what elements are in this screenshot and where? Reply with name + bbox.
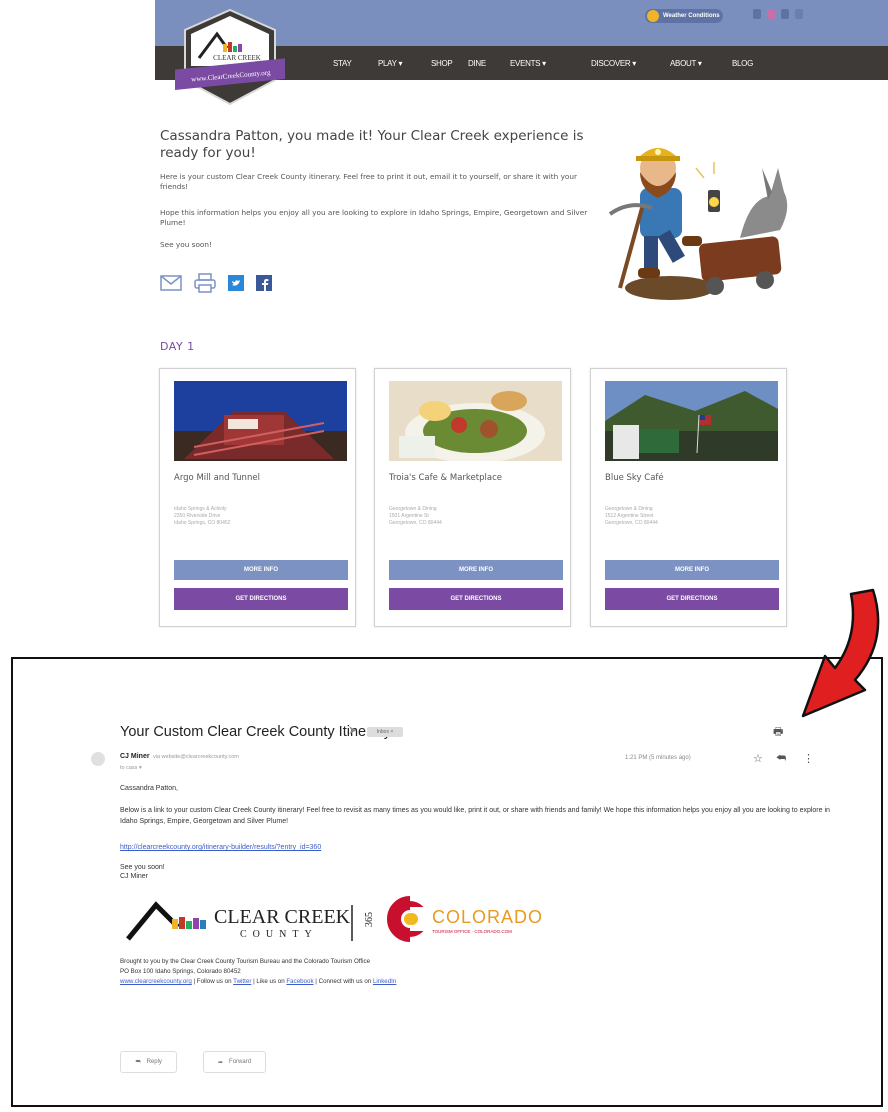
place-address: Georgetown & Dining 1501 Argentine St Ge… [389,506,509,527]
county-logo-365: 365 [364,912,375,927]
more-info-button[interactable]: MORE INFO [605,560,779,580]
email-signature: CJ Miner [120,873,149,880]
place-name: Blue Sky Café [605,473,664,483]
day-label: DAY 1 [160,340,195,353]
weather-label: Weather Conditions [663,13,720,19]
place-category: Georgetown & Dining [605,506,653,512]
footer-address: PO Box 100 Idaho Springs, Colorado 80452 [120,968,241,975]
twitter-icon[interactable] [781,9,789,19]
argo-mill-photo [174,381,347,461]
linkedin-link[interactable]: LinkedIn [373,978,396,985]
facebook-icon[interactable] [256,274,272,296]
itinerary-card-argo: Argo Mill and Tunnel Idaho Springs & Act… [159,368,356,627]
email-body: Below is a link to your custom Clear Cre… [120,807,830,825]
blue-sky-cafe-photo [605,381,778,461]
recipient-dropdown[interactable]: to cass ▾ [120,765,142,771]
print-icon[interactable]: 🖶 [773,723,783,742]
sender-address: via website@clearcreekcounty.com [153,754,239,760]
colorado-logo-text: COLORADO [432,907,543,927]
more-info-button[interactable]: MORE INFO [174,560,348,580]
more-options-icon[interactable]: ⋮ [803,752,814,765]
county-logo-text: CLEAR CREEK [214,906,351,928]
email-window: Your Custom Clear Creek County Itinerary… [11,657,883,1107]
footer-text: | Follow us on [191,978,234,985]
footer-links: www.clearcreekcounty.org | Follow us on … [120,977,830,987]
forward-label: Forward [229,1059,252,1065]
twitter-icon[interactable] [228,274,244,296]
email-timestamp: 1:21 PM (5 minutes ago) [625,755,691,761]
miner-mascot-illustration [600,128,795,308]
more-info-button[interactable]: MORE INFO [389,560,563,580]
place-address: Idaho Springs & Activity 2350 Riverside … [174,506,294,527]
nav-discover[interactable]: DISCOVER ▾ [591,59,636,68]
nav-events[interactable]: EVENTS ▾ [510,59,546,68]
website-link[interactable]: www.clearcreekcounty.org [120,978,192,985]
reply-icon: ⮪ [135,1058,141,1065]
place-address: Georgetown & Dining 1512 Argentine Stree… [605,506,725,527]
email-icon[interactable] [160,274,182,296]
nav-about[interactable]: ABOUT ▾ [670,59,702,68]
facebook-icon[interactable] [753,9,761,19]
place-city: Georgetown, CO 80444 [389,520,442,526]
place-street: 1501 Argentine St [389,513,429,519]
hero-intro: Here is your custom Clear Creek County i… [160,172,577,191]
nav-shop[interactable]: SHOP [431,59,453,68]
forward-icon: ➦ [218,1059,224,1066]
inbox-label[interactable]: Inbox × [367,727,403,737]
email-greeting: Cassandra Patton, [120,785,178,792]
nav-stay[interactable]: STAY [333,59,352,68]
instagram-icon[interactable] [767,9,775,19]
place-category: Idaho Springs & Activity [174,506,227,512]
footer-credit: Brought to you by the Clear Creek County… [120,958,371,965]
hero-title: Cassandra Patton, you made it! Your Clea… [160,128,584,161]
twitter-link[interactable]: Twitter [233,978,251,985]
itinerary-card-troias: Troia's Cafe & Marketplace Georgetown & … [374,368,571,627]
site-logo[interactable]: CLEAR CREEK www.ClearCreekCounty.org [171,8,293,108]
forward-button[interactable]: ➦ Forward [203,1051,267,1073]
place-street: 2350 Riverside Drive [174,513,221,519]
place-street: 1512 Argentine Street [605,513,654,519]
youtube-icon[interactable] [795,9,803,19]
star-icon[interactable]: ☆ [753,752,763,765]
nav-dine[interactable]: DINE [468,59,486,68]
place-name: Argo Mill and Tunnel [174,473,260,483]
get-directions-button[interactable]: GET DIRECTIONS [389,588,563,610]
facebook-link[interactable]: Facebook [286,978,313,985]
reply-icon[interactable]: ⮪ [776,752,786,765]
print-icon[interactable] [194,272,216,298]
nav-play[interactable]: PLAY ▾ [378,59,402,68]
county-logo-sub: COUNTY [240,929,318,940]
troias-food-photo [389,381,562,461]
hero-see-you: See you soon! [160,240,212,249]
place-city: Georgetown, CO 80444 [605,520,658,526]
place-name: Troia's Cafe & Marketplace [389,473,502,483]
footer-text: | Like us on [251,978,287,985]
footer-text: | Connect with us on [313,978,373,985]
sender-name: CJ Miner [120,753,150,760]
email-logos: CLEAR CREEK COUNTY 365 COLORADO TOURISM … [120,887,580,947]
get-directions-button[interactable]: GET DIRECTIONS [174,588,348,610]
svg-text:CLEAR CREEK: CLEAR CREEK [213,54,261,62]
avatar [91,752,105,766]
place-city: Idaho Springs, CO 80452 [174,520,231,526]
colorado-logo-sub: TOURISM OFFICE · COLORADO.COM [432,929,512,934]
weather-pill[interactable]: Weather Conditions [645,9,723,23]
email-footer: Brought to you by the Clear Creek County… [120,957,830,987]
itinerary-link[interactable]: http://clearcreekcounty.org/itinerary-bu… [120,842,830,853]
reply-label: Reply [146,1059,162,1065]
share-row [160,272,272,298]
hero-hope: Hope this information helps you enjoy al… [160,208,588,227]
sun-icon [647,10,659,22]
nav-blog[interactable]: BLOG [732,59,753,68]
get-directions-button[interactable]: GET DIRECTIONS [605,588,779,610]
reply-button[interactable]: ⮪ Reply [120,1051,177,1073]
important-marker-icon[interactable]: ⮞ [349,725,356,736]
itinerary-card-blue-sky: Blue Sky Café Georgetown & Dining 1512 A… [590,368,787,627]
red-pointer-arrow-icon [785,584,885,724]
place-category: Georgetown & Dining [389,506,437,512]
